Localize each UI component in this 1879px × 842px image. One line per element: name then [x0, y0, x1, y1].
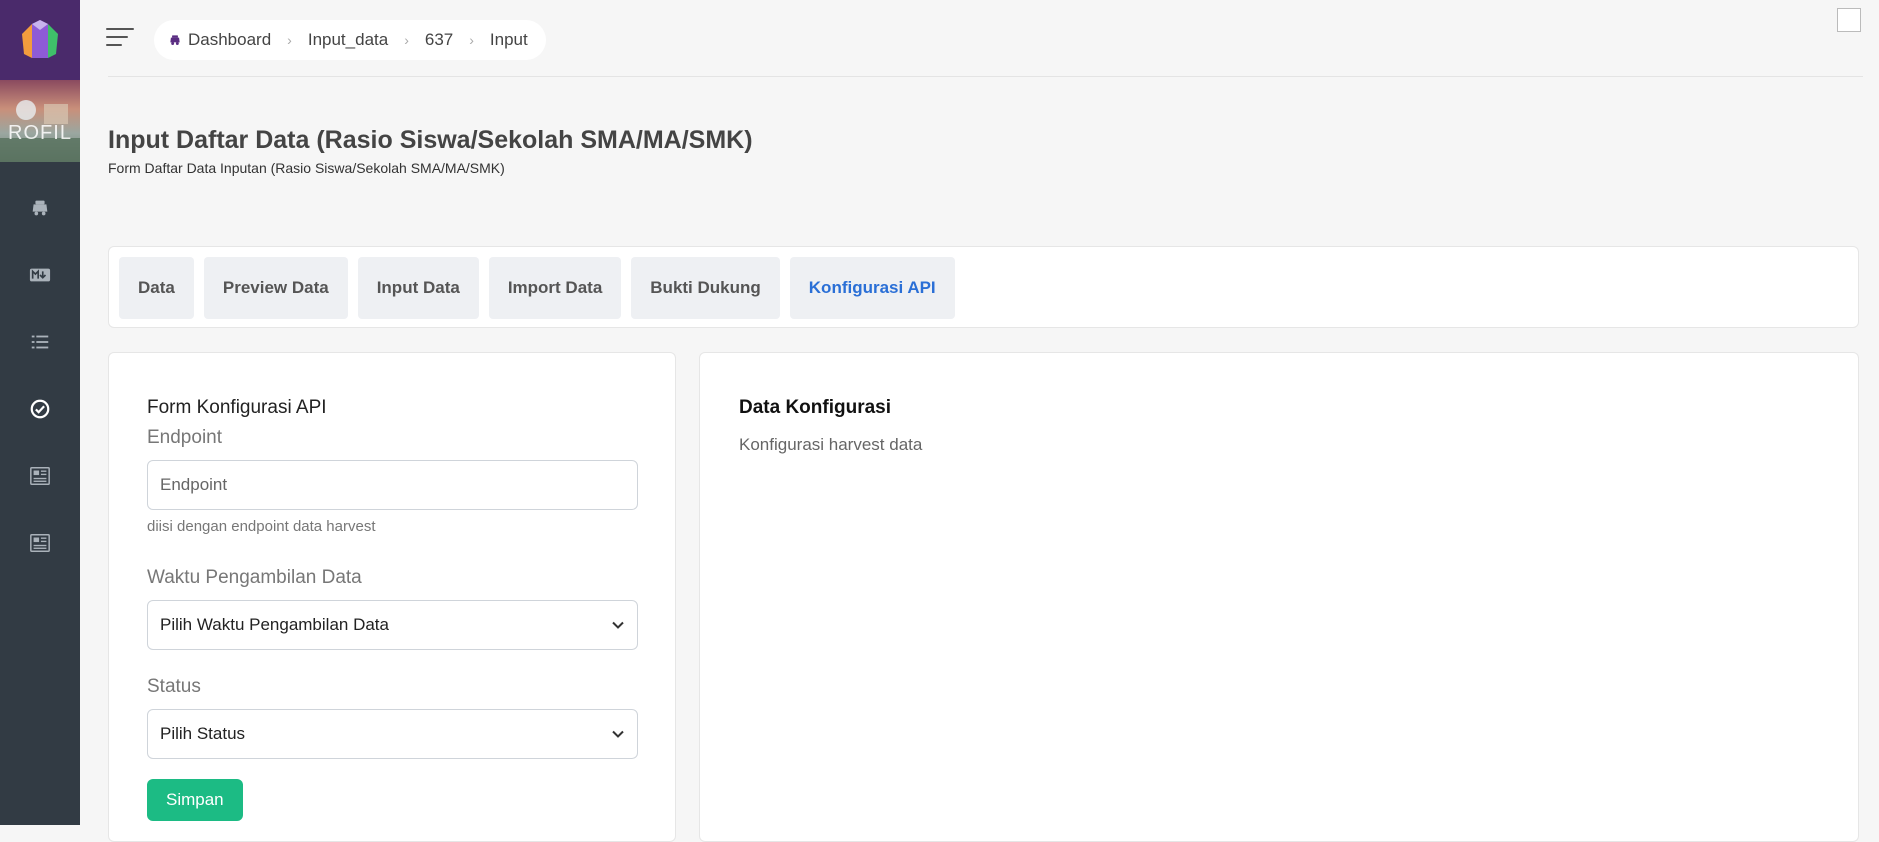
chevron-right-icon: ›: [287, 32, 292, 48]
user-avatar[interactable]: [1837, 8, 1861, 32]
crystal-logo-icon: [22, 20, 58, 58]
tab-data[interactable]: Data: [119, 257, 194, 319]
sidebar-item-document-1[interactable]: [0, 442, 80, 509]
page-subtitle: Form Daftar Data Inputan (Rasio Siswa/Se…: [108, 160, 505, 176]
breadcrumb-dashboard[interactable]: Dashboard: [168, 30, 271, 50]
breadcrumb: Dashboard › Input_data › 637 › Input: [154, 20, 546, 60]
page-title: Input Daftar Data (Rasio Siswa/Sekolah S…: [108, 126, 753, 154]
tab-konfigurasi-api[interactable]: Konfigurasi API: [789, 257, 955, 319]
sidebar-item-document-2[interactable]: [0, 509, 80, 576]
form-title: Form Konfigurasi API: [147, 397, 327, 418]
sidebar-item-markdown[interactable]: [0, 241, 80, 308]
endpoint-input[interactable]: [147, 460, 638, 510]
list-icon: [31, 335, 49, 348]
save-button[interactable]: Simpan: [147, 779, 243, 821]
breadcrumb-current: Input: [489, 30, 528, 49]
sidebar-item-dashboard[interactable]: [0, 174, 80, 241]
chevron-right-icon: ›: [404, 32, 409, 48]
banner-text: ROFIL: [8, 122, 72, 144]
chevron-down-icon: [612, 621, 624, 629]
waktu-selected-value: Pilih Waktu Pengambilan Data: [160, 615, 389, 634]
profile-banner: ROFIL: [0, 80, 80, 162]
tab-bukti-dukung[interactable]: Bukti Dukung: [631, 257, 780, 319]
sidebar: ROFIL: [0, 0, 80, 825]
tab-bar: Data Preview Data Input Data Import Data…: [108, 246, 1859, 328]
sidebar-item-check[interactable]: [0, 375, 80, 442]
config-title: Data Konfigurasi: [739, 397, 892, 418]
endpoint-label: Endpoint: [147, 427, 223, 448]
dashboard-icon: [32, 200, 48, 215]
status-selected-value: Pilih Status: [160, 724, 246, 743]
markdown-icon: [29, 268, 51, 281]
app-logo[interactable]: [0, 0, 80, 80]
banner-image-icon: [0, 100, 80, 162]
breadcrumb-id[interactable]: 637: [425, 30, 453, 50]
chevron-down-icon: [612, 730, 624, 738]
waktu-select[interactable]: Pilih Waktu Pengambilan Data: [147, 600, 638, 650]
check-circle-icon: [30, 399, 50, 418]
dashboard-icon: [170, 35, 180, 45]
document-icon: [30, 466, 50, 485]
endpoint-help-text: diisi dengan endpoint data harvest: [147, 518, 376, 535]
status-label: Status: [147, 676, 201, 697]
document-icon: [30, 533, 50, 552]
tab-preview-data[interactable]: Preview Data: [203, 257, 348, 319]
breadcrumb-input-data[interactable]: Input_data: [308, 30, 388, 50]
sidebar-nav: [0, 174, 80, 576]
waktu-label: Waktu Pengambilan Data: [147, 567, 362, 588]
api-config-form-card: Form Konfigurasi API Endpoint diisi deng…: [108, 352, 676, 842]
menu-toggle-icon[interactable]: [106, 26, 134, 48]
breadcrumb-label: Dashboard: [188, 30, 272, 49]
header-divider: [108, 76, 1863, 77]
topbar: Dashboard › Input_data › 637 › Input: [80, 0, 1879, 78]
sidebar-item-list[interactable]: [0, 308, 80, 375]
config-data-card: Data Konfigurasi Konfigurasi harvest dat…: [699, 352, 1859, 842]
tab-input-data[interactable]: Input Data: [357, 257, 479, 319]
status-select[interactable]: Pilih Status: [147, 709, 638, 759]
tab-import-data[interactable]: Import Data: [488, 257, 622, 319]
chevron-right-icon: ›: [469, 32, 474, 48]
config-subtitle: Konfigurasi harvest data: [739, 435, 923, 454]
